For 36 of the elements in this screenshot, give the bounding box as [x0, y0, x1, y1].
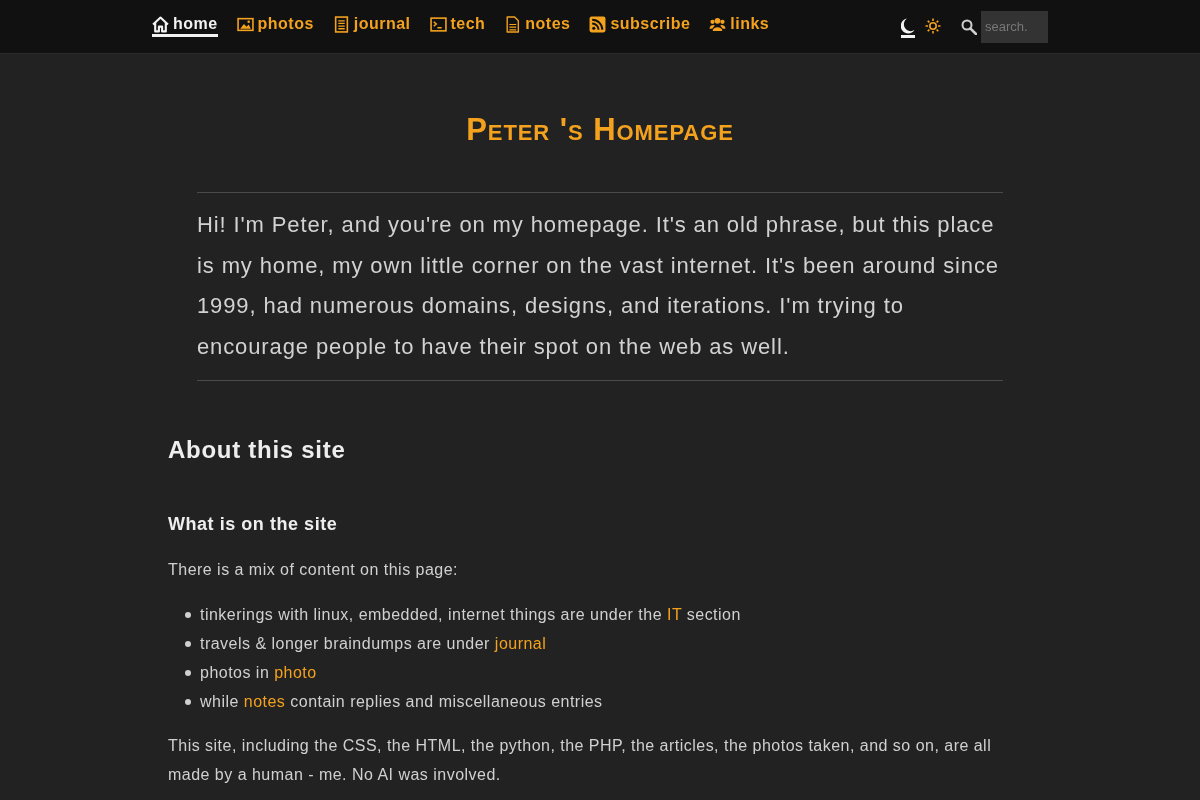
file-icon	[504, 15, 522, 33]
paragraph: This site, including the CSS, the HTML, the python, the PHP, the articles, the photos taken, and so on, are all made by a human - me. No AI was involved.	[168, 736, 993, 785]
section-heading: About this site	[168, 435, 347, 464]
list-item: while notes contain replies and miscellaneous entries	[200, 692, 603, 711]
nav-link[interactable]: journal	[332, 11, 411, 37]
list-item: photos in photo	[200, 663, 317, 682]
terminal-icon	[429, 15, 447, 33]
bullet-icon	[185, 698, 191, 705]
text-link[interactable]: photo	[274, 663, 317, 681]
text-link[interactable]: journal	[494, 634, 547, 652]
bullet-icon	[185, 611, 191, 618]
nav-link[interactable]: subscribe	[589, 11, 691, 37]
bullet-icon	[185, 669, 191, 676]
list-item: travels & longer braindumps are under journal	[200, 634, 547, 653]
search-icon	[961, 18, 977, 35]
paragraph: There is a mix of content on this page:	[168, 560, 459, 580]
text-link[interactable]: IT	[666, 605, 682, 623]
list-item: tinkerings with linux, embedded, internet things are under the IT section	[200, 605, 741, 624]
bullet-icon	[185, 640, 191, 647]
intro-paragraph: Hi! I'm Peter, and you're on my homepage. It's an old phrase, but this place is my home, my own little corner on the vast internet. It's been around since 1999, had numerous domains, designs, and iterations. I'm trying to encourage people to have their spot on the web as well.	[197, 192, 1003, 381]
nav-link[interactable]: home	[152, 11, 218, 37]
rss-icon	[589, 15, 607, 33]
nav-link[interactable]: tech	[429, 11, 486, 37]
subsection-heading: What is on the site	[168, 513, 339, 535]
document-lines-icon	[332, 15, 350, 33]
nav-link[interactable]: notes	[504, 11, 571, 37]
text-link[interactable]: notes	[243, 692, 286, 710]
nav-link[interactable]: photos	[236, 11, 314, 37]
search-field[interactable]: search.	[981, 10, 1048, 43]
moon-icon	[901, 17, 915, 34]
people-icon	[709, 15, 727, 33]
sun-icon	[925, 17, 941, 34]
page-title: Peter 's Homepage	[465, 111, 735, 149]
house-icon	[152, 15, 169, 33]
nav-link[interactable]: links	[709, 11, 770, 37]
picture-icon	[236, 15, 254, 33]
